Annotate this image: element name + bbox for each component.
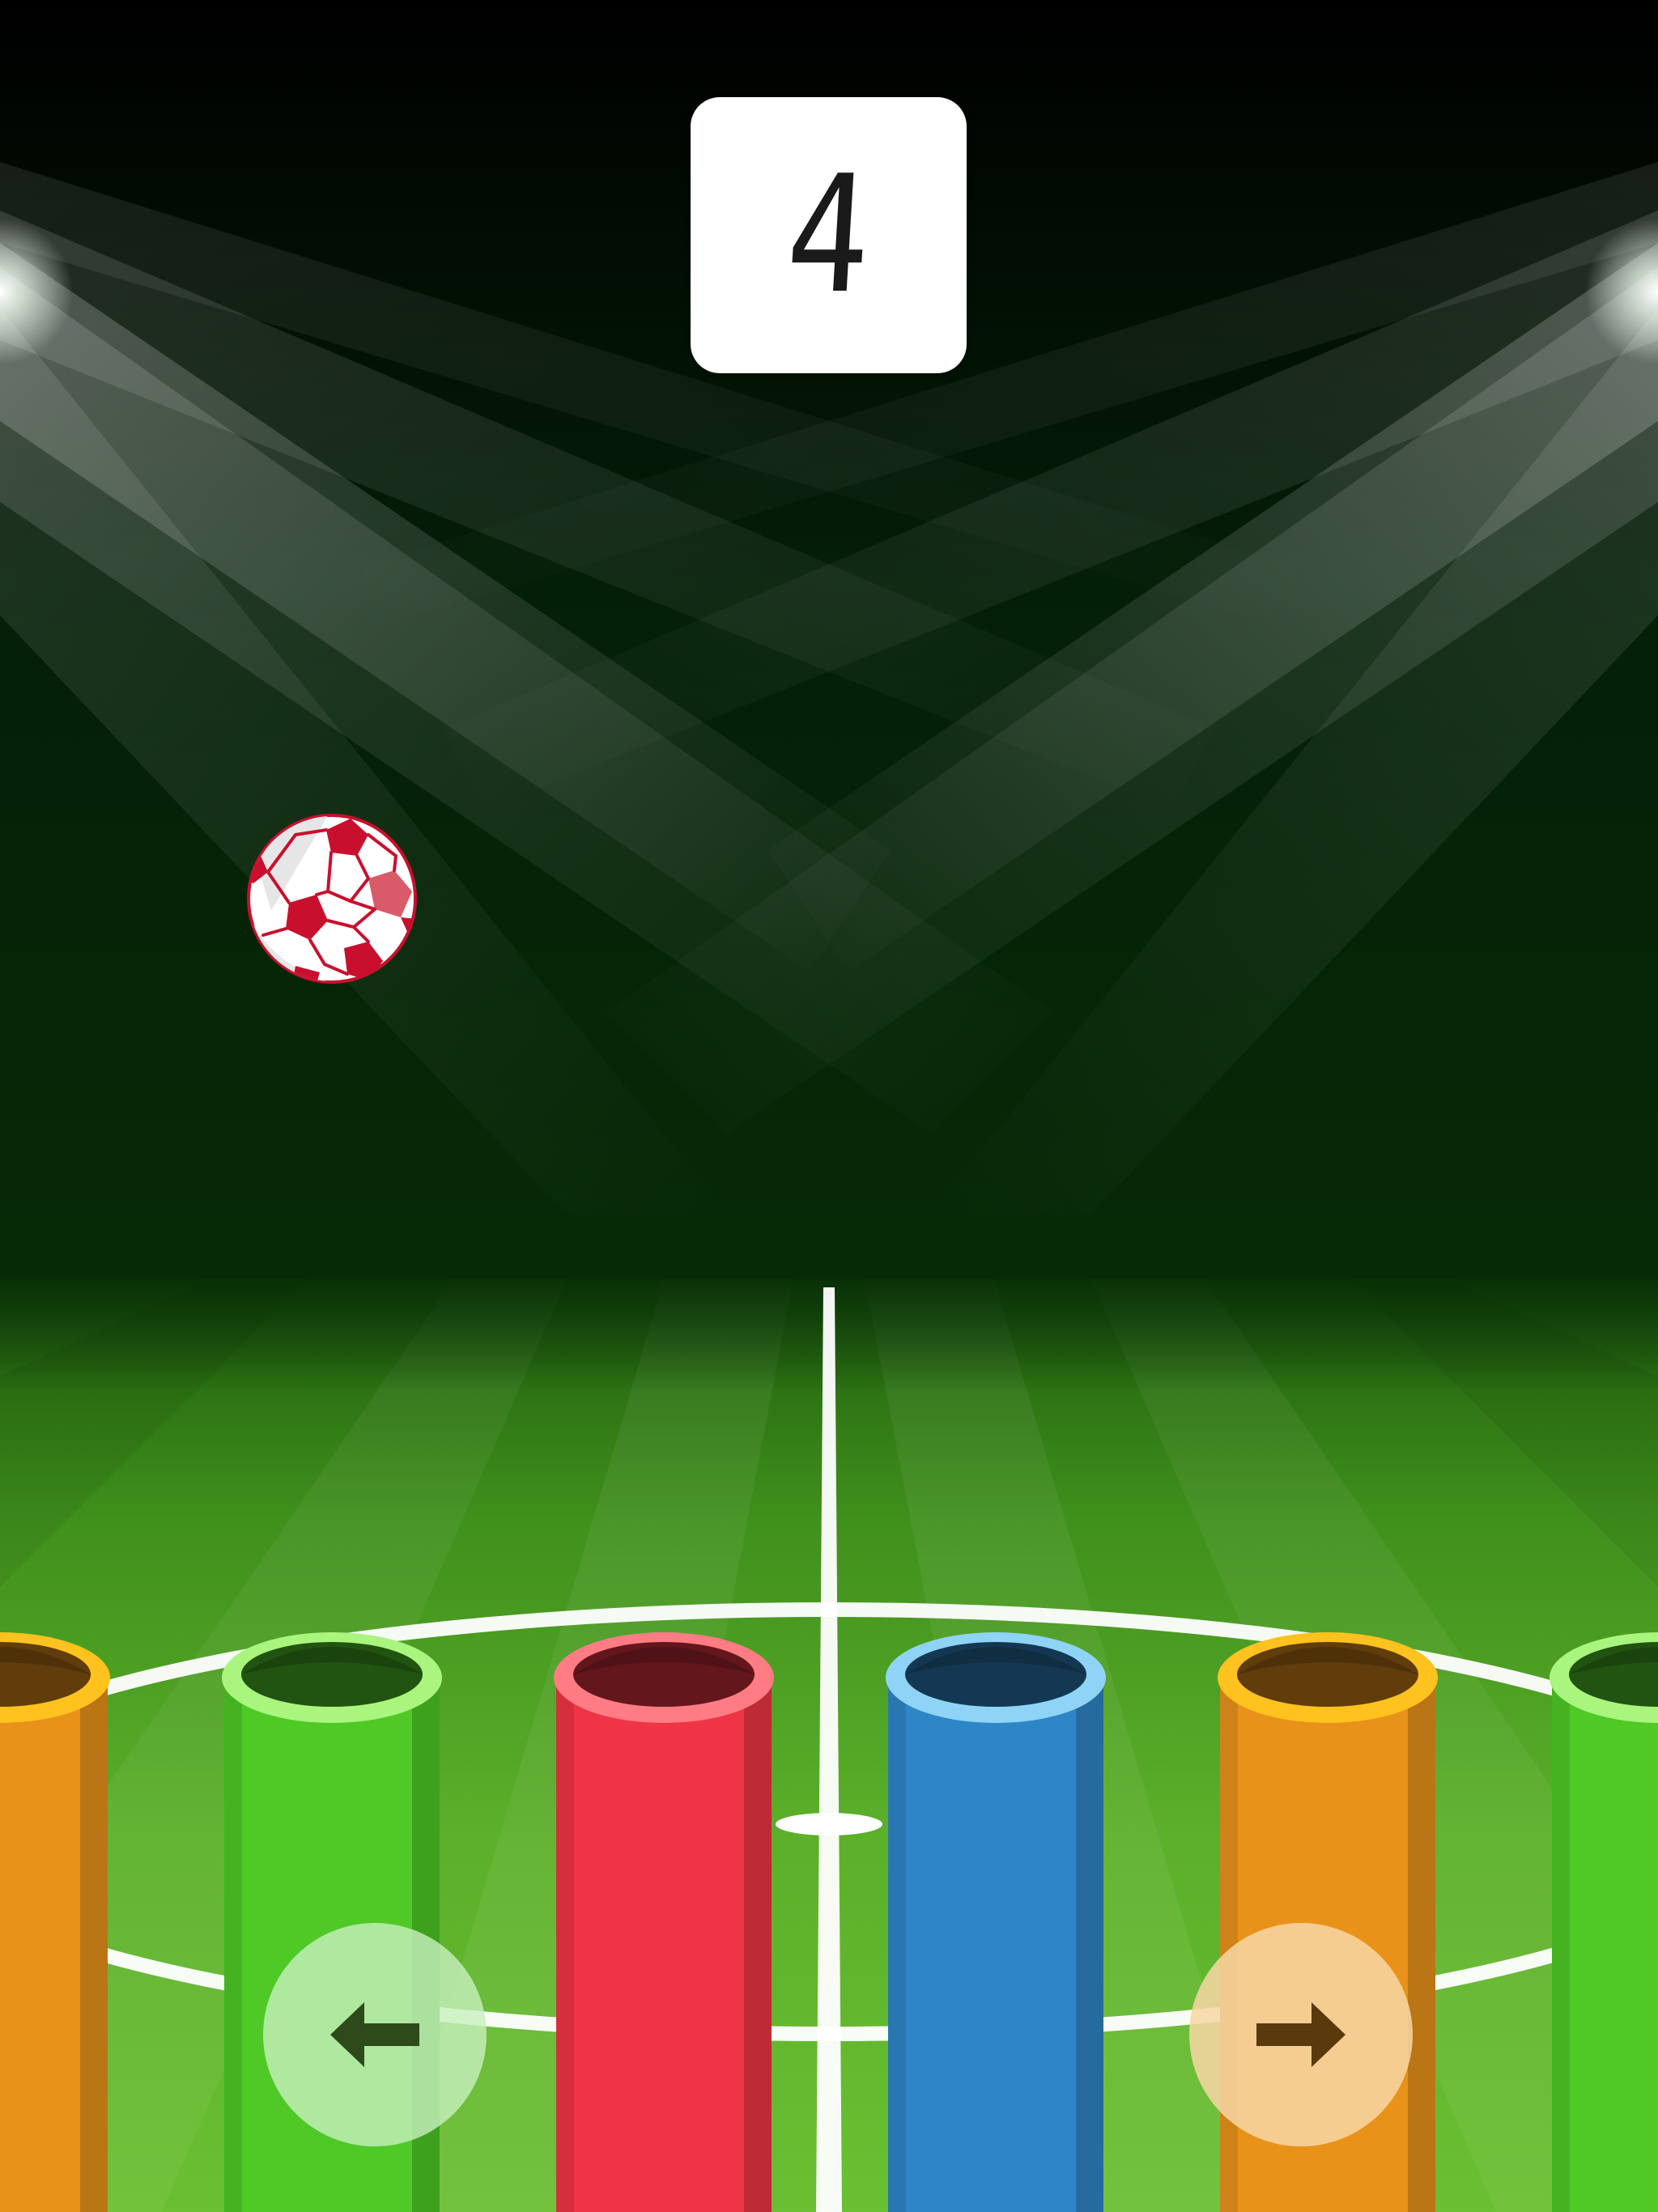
game-stage[interactable]: 4 — [0, 0, 1658, 2212]
tube-red[interactable] — [553, 1626, 775, 2212]
score-display: 4 — [691, 97, 967, 373]
tube-green-right[interactable] — [1549, 1626, 1658, 2212]
arrow-right-icon — [1256, 2002, 1346, 2067]
score-value: 4 — [781, 140, 876, 330]
tube-blue[interactable] — [885, 1626, 1107, 2212]
move-left-button[interactable] — [263, 1923, 487, 2146]
soccer-ball-icon — [247, 814, 417, 984]
arrow-left-icon — [330, 2002, 419, 2067]
move-right-button[interactable] — [1189, 1923, 1413, 2146]
tube-orange-left[interactable] — [0, 1626, 111, 2212]
